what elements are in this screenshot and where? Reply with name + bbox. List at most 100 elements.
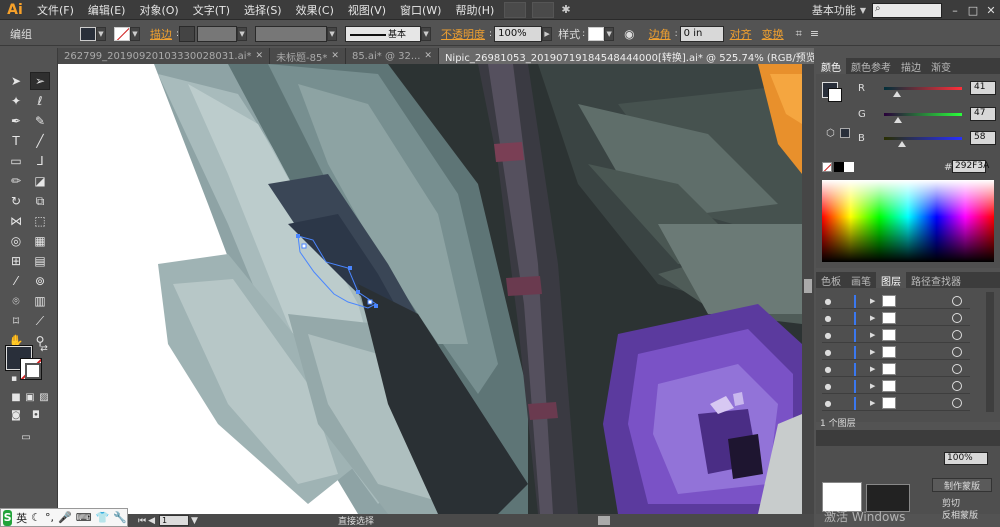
color-spectrum[interactable] [822, 180, 994, 262]
isolate-icon[interactable]: ⌗ [796, 27, 802, 41]
layer-row[interactable]: ● ▶ [822, 379, 970, 394]
make-mask-button[interactable]: 制作蒙版 [932, 478, 992, 492]
target-circle-icon[interactable] [952, 330, 962, 340]
sogou-logo[interactable]: S [3, 509, 13, 526]
previous-artboard-icon[interactable]: ◀ [148, 516, 155, 526]
eyedropper-icon[interactable]: ⁄ [6, 272, 26, 290]
target-circle-icon[interactable] [952, 381, 962, 391]
recolor-icon[interactable]: ◉ [624, 27, 634, 41]
target-circle-icon[interactable] [952, 347, 962, 357]
expand-arrow-icon[interactable]: ▶ [870, 331, 878, 339]
shape-builder-icon[interactable]: ◎ [6, 232, 26, 250]
minimize-button[interactable]: – [946, 1, 964, 19]
blue-slider-thumb[interactable] [897, 140, 906, 147]
artboard-dropdown-icon[interactable]: ▼ [191, 516, 198, 526]
opacity-input[interactable]: 100% [494, 25, 543, 42]
paintbrush-icon[interactable]: ᒧ [30, 152, 50, 170]
visibility-eye-icon[interactable]: ● [822, 382, 834, 391]
menu-effect[interactable]: 效果(C) [289, 2, 341, 18]
white-swatch[interactable] [844, 162, 854, 172]
red-slider-thumb[interactable] [892, 90, 901, 97]
stroke-weight-stepper[interactable] [179, 25, 196, 42]
direct-selection-tool-icon[interactable]: ➢ [30, 72, 50, 90]
maximize-button[interactable]: □ [964, 1, 982, 19]
screen-mode-icon[interactable]: ▭ [16, 428, 36, 446]
none-mode-icon[interactable]: ▨ [34, 388, 54, 406]
layer-row[interactable]: ● ▶ [822, 345, 970, 360]
target-circle-icon[interactable] [952, 398, 962, 408]
expand-arrow-icon[interactable]: ▶ [870, 314, 878, 322]
horizontal-scroll-thumb[interactable] [598, 516, 610, 525]
tab-stroke[interactable]: 描边 [896, 58, 926, 74]
close-button[interactable]: ✕ [982, 1, 1000, 19]
menu-object[interactable]: 对象(O) [132, 2, 185, 18]
black-swatch[interactable] [834, 162, 844, 172]
variable-width-profile[interactable] [255, 25, 328, 42]
corner-label[interactable]: 边角 [649, 26, 671, 42]
first-artboard-icon[interactable]: ⏮ [138, 516, 146, 526]
magic-wand-icon[interactable]: ✦ [6, 92, 26, 110]
stroke-weight-input[interactable] [197, 25, 238, 42]
layer-row[interactable]: ● ▶ [822, 396, 970, 411]
target-circle-icon[interactable] [952, 296, 962, 306]
expand-arrow-icon[interactable]: ▶ [870, 399, 878, 407]
blend-tool-icon[interactable]: ⊚ [30, 272, 50, 290]
layer-row[interactable]: ● ▶ [822, 328, 970, 343]
arrange-documents-icon[interactable] [532, 1, 555, 18]
tab-color[interactable]: 颜色 [816, 58, 846, 74]
rectangle-tool-icon[interactable]: ▭ [6, 152, 26, 170]
tab-document-1[interactable]: 262799_20190920103330028031.ai* ✕ [58, 48, 271, 64]
tab-brushes[interactable]: 画笔 [846, 272, 876, 288]
target-circle-icon[interactable] [952, 364, 962, 374]
layers-scrollbar[interactable] [986, 292, 994, 412]
tab-layers[interactable]: 图层 [876, 272, 906, 288]
curvature-tool-icon[interactable]: ✎ [30, 112, 50, 130]
expand-arrow-icon[interactable]: ▶ [870, 365, 878, 373]
tab-document-active[interactable]: Nipic_26981053_20190719184548444000[转换].… [438, 48, 814, 64]
layer-row[interactable]: ● ▶ [822, 294, 970, 309]
slice-tool-icon[interactable]: ⟋ [30, 312, 50, 330]
perspective-grid-icon[interactable]: ▦ [30, 232, 50, 250]
rotate-tool-icon[interactable]: ↻ [6, 192, 26, 210]
free-transform-icon[interactable]: ⬚ [30, 212, 50, 230]
menu-select[interactable]: 选择(S) [237, 2, 289, 18]
visibility-eye-icon[interactable]: ● [822, 399, 834, 408]
style-dropdown[interactable]: ▼ [604, 26, 615, 41]
transparency-opacity-input[interactable]: 100% [944, 452, 988, 465]
panel-menu-icon[interactable]: ≡ [810, 27, 819, 40]
gpu-icon[interactable]: ✱ [561, 3, 570, 16]
ime-moon-icon[interactable]: ☾ [31, 511, 41, 524]
green-value-input[interactable]: 47 [970, 107, 996, 121]
visibility-eye-icon[interactable]: ● [822, 331, 834, 340]
expand-arrow-icon[interactable]: ▶ [870, 382, 878, 390]
visibility-eye-icon[interactable]: ● [822, 365, 834, 374]
none-swatch[interactable] [822, 162, 832, 172]
menu-window[interactable]: 窗口(W) [393, 2, 448, 18]
gradient-tool-icon[interactable]: ▤ [30, 252, 50, 270]
opacity-label[interactable]: 不透明度 [441, 26, 485, 42]
menu-help[interactable]: 帮助(H) [448, 2, 501, 18]
profile-dropdown[interactable]: ▼ [327, 26, 338, 41]
red-slider[interactable] [884, 86, 962, 97]
ime-mic-icon[interactable]: 🎤 [58, 511, 72, 524]
search-input[interactable] [872, 2, 942, 18]
menu-type[interactable]: 文字(T) [186, 2, 237, 18]
pencil-icon[interactable]: ✏ [6, 172, 26, 190]
blue-slider[interactable] [884, 136, 962, 147]
vertical-scroll-thumb[interactable] [804, 279, 812, 293]
tab-document-3[interactable]: 85.ai* @ 32... ✕ [345, 48, 439, 64]
green-slider-thumb[interactable] [894, 116, 903, 123]
workspace-switcher[interactable]: 基本功能 [812, 2, 856, 18]
draw-normal-icon[interactable]: ◙ [6, 406, 26, 424]
selection-tool-icon[interactable]: ➤ [6, 72, 26, 90]
line-tool-icon[interactable]: ╱ [30, 132, 50, 150]
expand-arrow-icon[interactable]: ▶ [870, 348, 878, 356]
draw-behind-icon[interactable]: ◘ [26, 406, 46, 424]
red-value-input[interactable]: 41 [970, 81, 996, 95]
tab-swatches[interactable]: 色板 [816, 272, 846, 288]
lasso-icon[interactable]: ℓ [30, 92, 50, 110]
invert-mask-checkbox-label[interactable]: 反相蒙版 [942, 508, 978, 521]
opacity-dropdown[interactable]: ▶ [542, 26, 553, 41]
corner-radius-input[interactable]: 0 in [679, 25, 724, 42]
chevron-down-icon[interactable]: ▼ [860, 6, 866, 15]
